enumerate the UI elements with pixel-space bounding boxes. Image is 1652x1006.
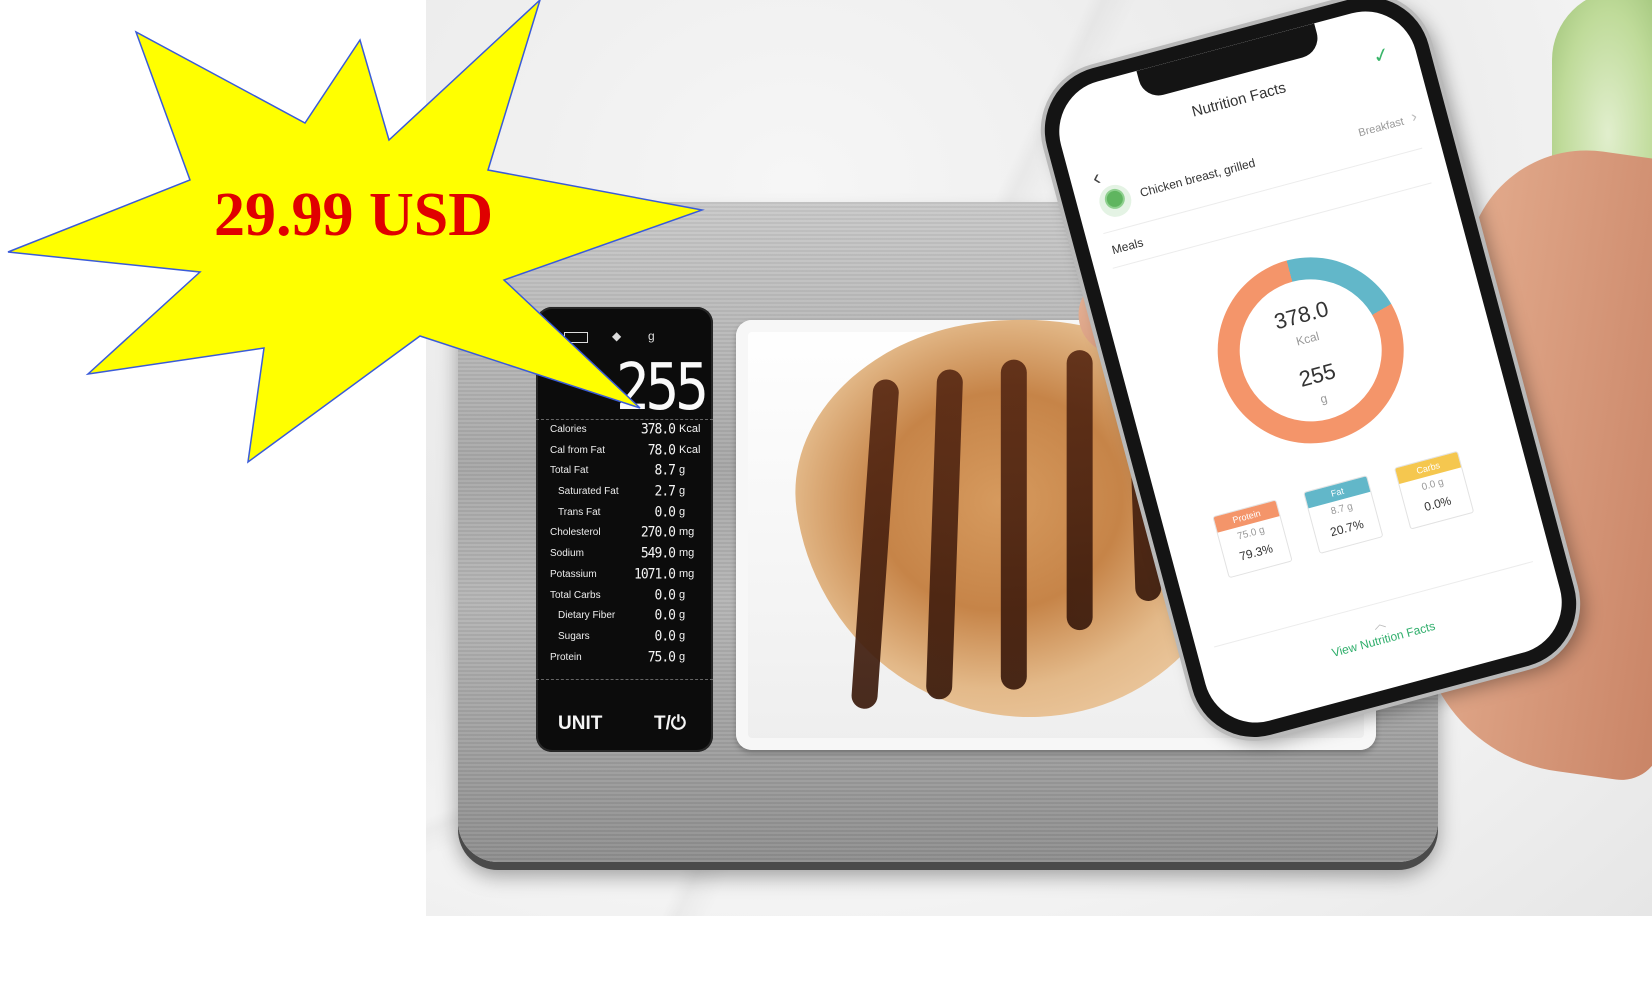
macro-card-fat: Fat 8.7 g 20.7%	[1303, 475, 1384, 554]
food-row[interactable]: Chicken breast, grilled Breakfast ›	[1073, 96, 1439, 235]
nutrient-value: 0.0	[654, 607, 677, 624]
macro-card-protein: Protein 75.0 g 79.3%	[1212, 499, 1293, 579]
calorie-donut-chart: 378.0 Kcal 255 g	[1196, 236, 1425, 465]
nutrient-label: Sodium	[550, 548, 584, 560]
meals-label: Meals	[1110, 235, 1145, 258]
macro-card-carbs: Carbs 0.0 g 0.0%	[1393, 450, 1475, 530]
nutrient-value: 270.0	[640, 524, 676, 542]
nutrition-row: Saturated Fat 2.7 g	[536, 482, 713, 503]
food-name: Chicken breast, grilled	[1138, 155, 1257, 200]
nutrition-row: Trans Fat 0.0 g	[536, 503, 713, 524]
nutrient-value: 0.0	[654, 586, 677, 604]
nutrient-label: Cholesterol	[550, 527, 601, 539]
nutrient-value: 75.0	[647, 648, 676, 666]
nutrition-row: Cholesterol 270.0 mg	[536, 523, 713, 544]
broccoli-icon	[1095, 181, 1135, 221]
nutrient-unit: mg	[679, 526, 695, 539]
tare-power-button[interactable]: T/⏻	[654, 713, 686, 735]
macro-cards: Protein 75.0 g 79.3% Fat 8.7 g 20.7% Carbs 0.0 …	[1203, 444, 1504, 596]
nutrient-unit: mg	[679, 547, 695, 560]
nutrient-value: 0.0	[654, 504, 677, 521]
nutrient-label: Protein	[550, 651, 582, 663]
nutrient-value: 1071.0	[634, 566, 676, 583]
nutrient-unit: g	[679, 650, 686, 663]
nutrient-unit: g	[679, 485, 686, 498]
unit-button[interactable]: UNIT	[558, 713, 602, 735]
nutrient-value: 549.0	[640, 545, 676, 562]
nutrient-label: Sugars	[558, 630, 590, 642]
price-text: 29.99 USD	[214, 181, 494, 249]
nutrient-value: 2.7	[654, 483, 677, 500]
nutrition-row: Sugars 0.0 g	[536, 627, 713, 648]
nutrition-row: Sodium 549.0 mg	[536, 544, 713, 565]
nutrient-label: Total Carbs	[550, 589, 601, 601]
nutrient-label: Potassium	[550, 568, 597, 580]
nutrition-row: Dietary Fiber 0.0 g	[536, 606, 713, 627]
nutrient-unit: g	[679, 629, 686, 642]
nutrient-unit: g	[679, 588, 686, 601]
nutrient-label: Saturated Fat	[558, 486, 619, 498]
meal-type: Breakfast	[1357, 115, 1406, 140]
nutrient-label: Trans Fat	[558, 506, 601, 518]
nutrition-row: Potassium 1071.0 mg	[536, 565, 713, 586]
nutrition-row: Total Carbs 0.0 g	[536, 586, 713, 607]
nutrient-unit: g	[679, 505, 686, 518]
nutrient-unit: g	[679, 609, 686, 622]
nutrient-unit: mg	[679, 567, 695, 580]
nutrition-row: Protein 75.0 g	[536, 648, 713, 669]
chevron-right-icon: ›	[1409, 108, 1419, 127]
nutrient-value: 0.0	[654, 628, 677, 645]
nutrient-label: Dietary Fiber	[558, 610, 616, 622]
